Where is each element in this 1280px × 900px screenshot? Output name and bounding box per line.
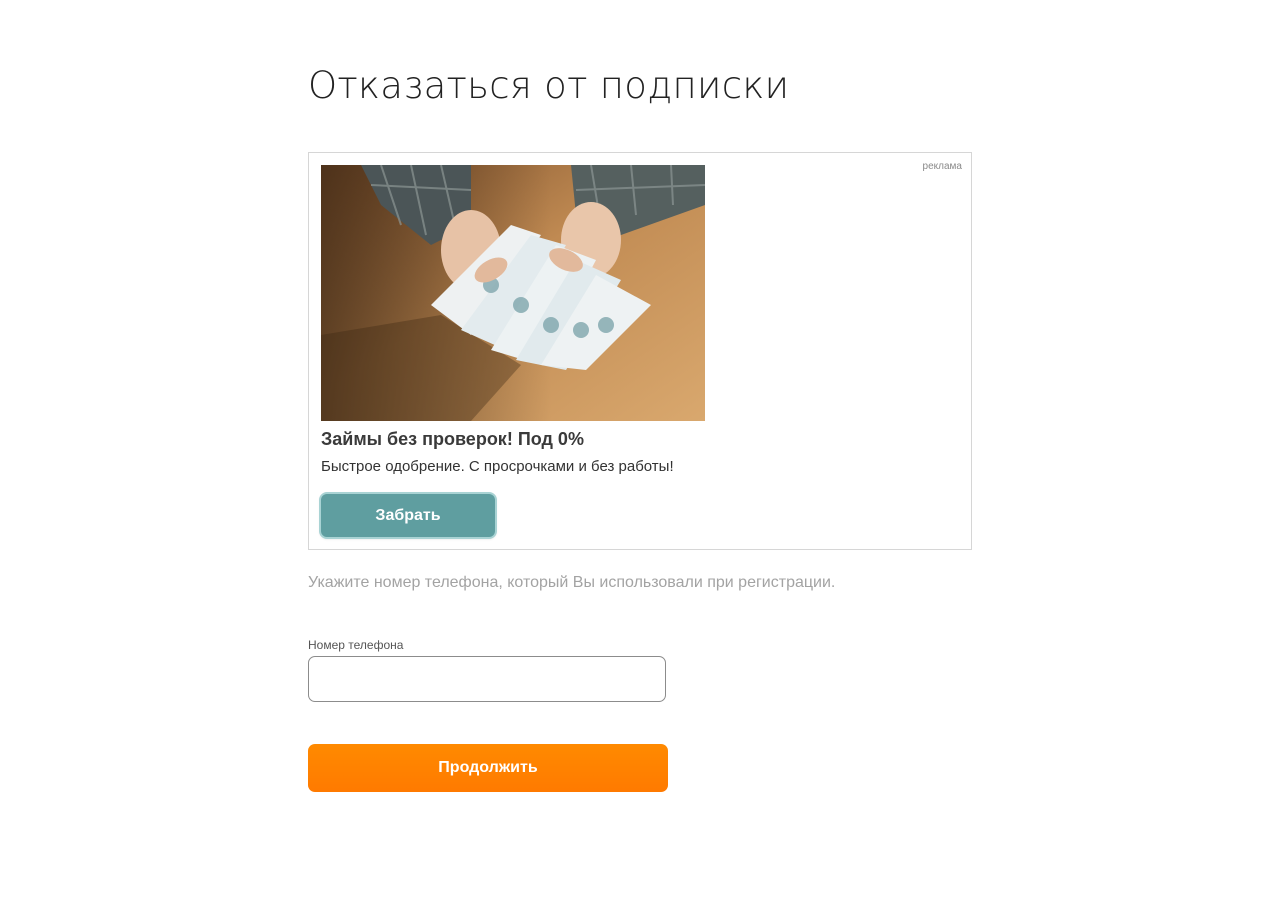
- page-title: Отказаться от подписки: [308, 64, 790, 107]
- ad-cta-button[interactable]: Забрать: [321, 494, 495, 537]
- unsubscribe-page: Отказаться от подписки реклама Займы без…: [0, 0, 1280, 900]
- phone-hint-text: Укажите номер телефона, который Вы испол…: [308, 574, 836, 591]
- ad-image[interactable]: [321, 165, 705, 421]
- continue-button[interactable]: Продолжить: [308, 744, 668, 792]
- phone-input[interactable]: [308, 656, 666, 702]
- ad-block[interactable]: реклама Займы без проверок! Под 0% Быстр…: [308, 152, 972, 550]
- ad-headline[interactable]: Займы без проверок! Под 0%: [321, 429, 584, 450]
- ad-description: Быстрое одобрение. С просрочками и без р…: [321, 458, 674, 475]
- ad-label: реклама: [922, 161, 962, 172]
- money-photo-icon: [321, 165, 705, 421]
- phone-field-label: Номер телефона: [308, 638, 404, 652]
